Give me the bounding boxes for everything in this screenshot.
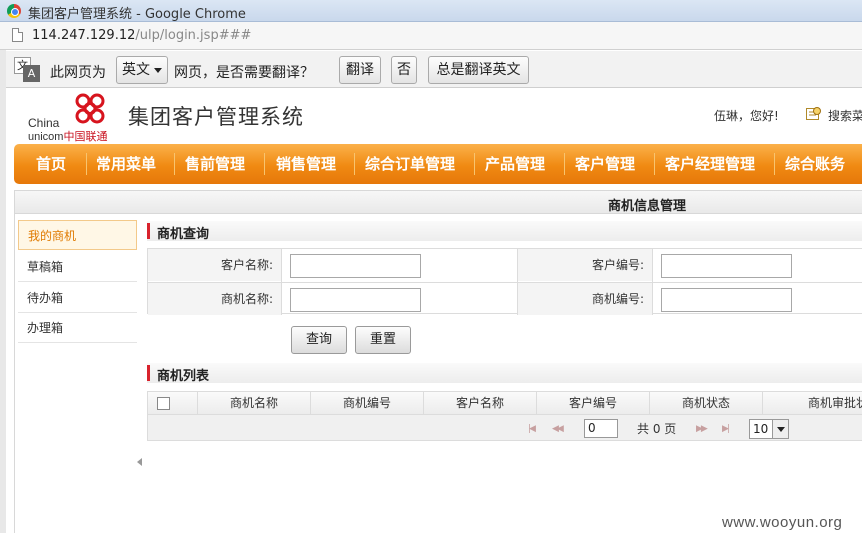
- user-greeting: 伍琳，您好!: [714, 109, 779, 123]
- page-title-bar: 商机信息管理: [14, 190, 862, 214]
- search-menu-icon[interactable]: [806, 106, 822, 121]
- nav-divider: [264, 153, 265, 175]
- query-section-title: 商机查询: [157, 227, 210, 242]
- customer-name-input[interactable]: [290, 254, 421, 278]
- form-divider: [517, 249, 518, 315]
- nav-item-home[interactable]: 首页: [36, 144, 66, 184]
- no-translate-button[interactable]: 否: [391, 56, 417, 84]
- app-header: China unicom中国联通 集团客户管理系统 伍琳，您好! 搜索菜: [6, 88, 862, 143]
- table-header: 商机名称 商机编号 客户名称 客户编号 商机状态 商机审批状: [147, 391, 862, 415]
- column-header-approval-status[interactable]: 商机审批状: [763, 392, 862, 414]
- always-translate-button[interactable]: 总是翻译英文: [428, 56, 529, 84]
- sidebar-item-handled[interactable]: 办理箱: [18, 313, 137, 343]
- logo-unicom-cn: 中国联通: [63, 131, 108, 143]
- nav-item-orders[interactable]: 综合订单管理: [365, 144, 455, 184]
- search-button[interactable]: 查询: [291, 326, 347, 354]
- logo-unicom-en: unicom: [28, 131, 64, 143]
- page-title: 商机信息管理: [608, 199, 687, 214]
- chevron-down-icon: [772, 420, 788, 438]
- nav-divider: [86, 153, 87, 175]
- nav-divider: [654, 153, 655, 175]
- nav-item-account-managers[interactable]: 客户经理管理: [665, 144, 755, 184]
- search-menu-link[interactable]: 搜索菜: [828, 107, 862, 124]
- logo-unicom-text: unicom中国联通: [28, 128, 107, 144]
- opportunity-no-label: 商机编号:: [518, 283, 652, 315]
- nav-divider: [474, 153, 475, 175]
- customer-no-input[interactable]: [661, 254, 792, 278]
- select-all-cell: [148, 392, 198, 414]
- watermark: www.wooyun.org: [722, 514, 843, 531]
- section-marker: [147, 365, 150, 381]
- page-icon: [12, 28, 23, 42]
- list-section-header: 商机列表: [147, 363, 862, 384]
- nav-divider: [354, 153, 355, 175]
- customer-no-label: 客户编号:: [518, 249, 652, 281]
- query-row: 客户名称: 客户编号:: [148, 249, 862, 281]
- url-text[interactable]: 114.247.129.12/ulp/login.jsp###: [32, 28, 251, 43]
- nav-item-sales[interactable]: 销售管理: [276, 144, 336, 184]
- translate-suffix: 网页，是否需要翻译？: [174, 65, 314, 81]
- language-select[interactable]: 英文: [116, 56, 168, 84]
- reset-button[interactable]: 重置: [355, 326, 411, 354]
- sidebar-item-todo[interactable]: 待办箱: [18, 283, 137, 313]
- page-size-value: 10: [753, 422, 769, 436]
- column-header-opportunity-status[interactable]: 商机状态: [650, 392, 763, 414]
- nav-item-customers[interactable]: 客户管理: [575, 144, 635, 184]
- translate-icon: 文A: [14, 57, 40, 82]
- query-form: 客户名称: 客户编号: 商机名称: 商机编号:: [147, 248, 862, 315]
- opportunity-name-label: 商机名称:: [148, 283, 281, 315]
- sidebar-item-my-opportunities[interactable]: 我的商机: [18, 220, 137, 250]
- prev-page-icon[interactable]: ◀◀: [552, 424, 564, 434]
- url-path: /ulp/login.jsp###: [135, 28, 252, 43]
- window-title: 集团客户管理系统 - Google Chrome: [28, 7, 246, 22]
- chrome-logo-icon: [7, 4, 21, 18]
- translate-bar: 文A 此网页为 英文 网页，是否需要翻译？ 翻译 否 总是翻译英文: [6, 51, 862, 88]
- window-titlebar: 集团客户管理系统 - Google Chrome: [0, 0, 862, 22]
- nav-divider: [564, 153, 565, 175]
- pagination-bar: |◀ ◀◀ 0 共 0 页 ▶▶ ▶| 10: [147, 415, 862, 441]
- sidebar: 我的商机 草稿箱 待办箱 办理箱: [14, 214, 137, 533]
- customer-name-label: 客户名称:: [148, 249, 281, 281]
- unicom-knot-icon: [75, 93, 105, 124]
- url-host: 114.247.129.12: [32, 28, 136, 43]
- translate-prefix: 此网页为: [50, 65, 106, 81]
- opportunity-no-input[interactable]: [661, 288, 792, 312]
- main-nav: 首页 常用菜单 售前管理 销售管理 综合订单管理 产品管理 客户管理 客户经理管…: [14, 144, 862, 184]
- list-section-title: 商机列表: [157, 369, 210, 384]
- next-page-icon[interactable]: ▶▶: [696, 424, 708, 434]
- sidebar-item-drafts[interactable]: 草稿箱: [18, 252, 137, 282]
- first-page-icon[interactable]: |◀: [528, 424, 536, 434]
- query-section-header: 商机查询: [147, 221, 862, 242]
- form-divider: [281, 249, 282, 315]
- nav-item-products[interactable]: 产品管理: [485, 144, 545, 184]
- column-header-opportunity-name[interactable]: 商机名称: [198, 392, 311, 414]
- language-select-value: 英文: [122, 62, 150, 78]
- opportunity-name-input[interactable]: [290, 288, 421, 312]
- page-total-text: 共 0 页: [637, 422, 677, 436]
- chevron-down-icon: [154, 67, 162, 73]
- page-number-input[interactable]: 0: [584, 419, 618, 438]
- address-bar[interactable]: 114.247.129.12/ulp/login.jsp###: [0, 22, 862, 50]
- china-unicom-logo: China unicom中国联通: [28, 92, 128, 143]
- select-all-checkbox[interactable]: [157, 397, 170, 410]
- nav-item-billing[interactable]: 综合账务: [785, 144, 845, 184]
- query-row: 商机名称: 商机编号:: [148, 282, 862, 315]
- column-header-customer-name[interactable]: 客户名称: [424, 392, 537, 414]
- nav-divider: [174, 153, 175, 175]
- nav-divider: [774, 153, 775, 175]
- page-size-select[interactable]: 10: [749, 419, 789, 439]
- column-header-customer-no[interactable]: 客户编号: [537, 392, 650, 414]
- last-page-icon[interactable]: ▶|: [722, 424, 730, 434]
- column-header-opportunity-no[interactable]: 商机编号: [311, 392, 424, 414]
- system-title: 集团客户管理系统: [128, 105, 304, 129]
- form-divider: [652, 249, 653, 315]
- collapse-sidebar-icon[interactable]: [137, 458, 142, 466]
- nav-item-common-menu[interactable]: 常用菜单: [96, 144, 156, 184]
- nav-item-presales[interactable]: 售前管理: [185, 144, 245, 184]
- section-marker: [147, 223, 150, 239]
- translate-button[interactable]: 翻译: [339, 56, 381, 84]
